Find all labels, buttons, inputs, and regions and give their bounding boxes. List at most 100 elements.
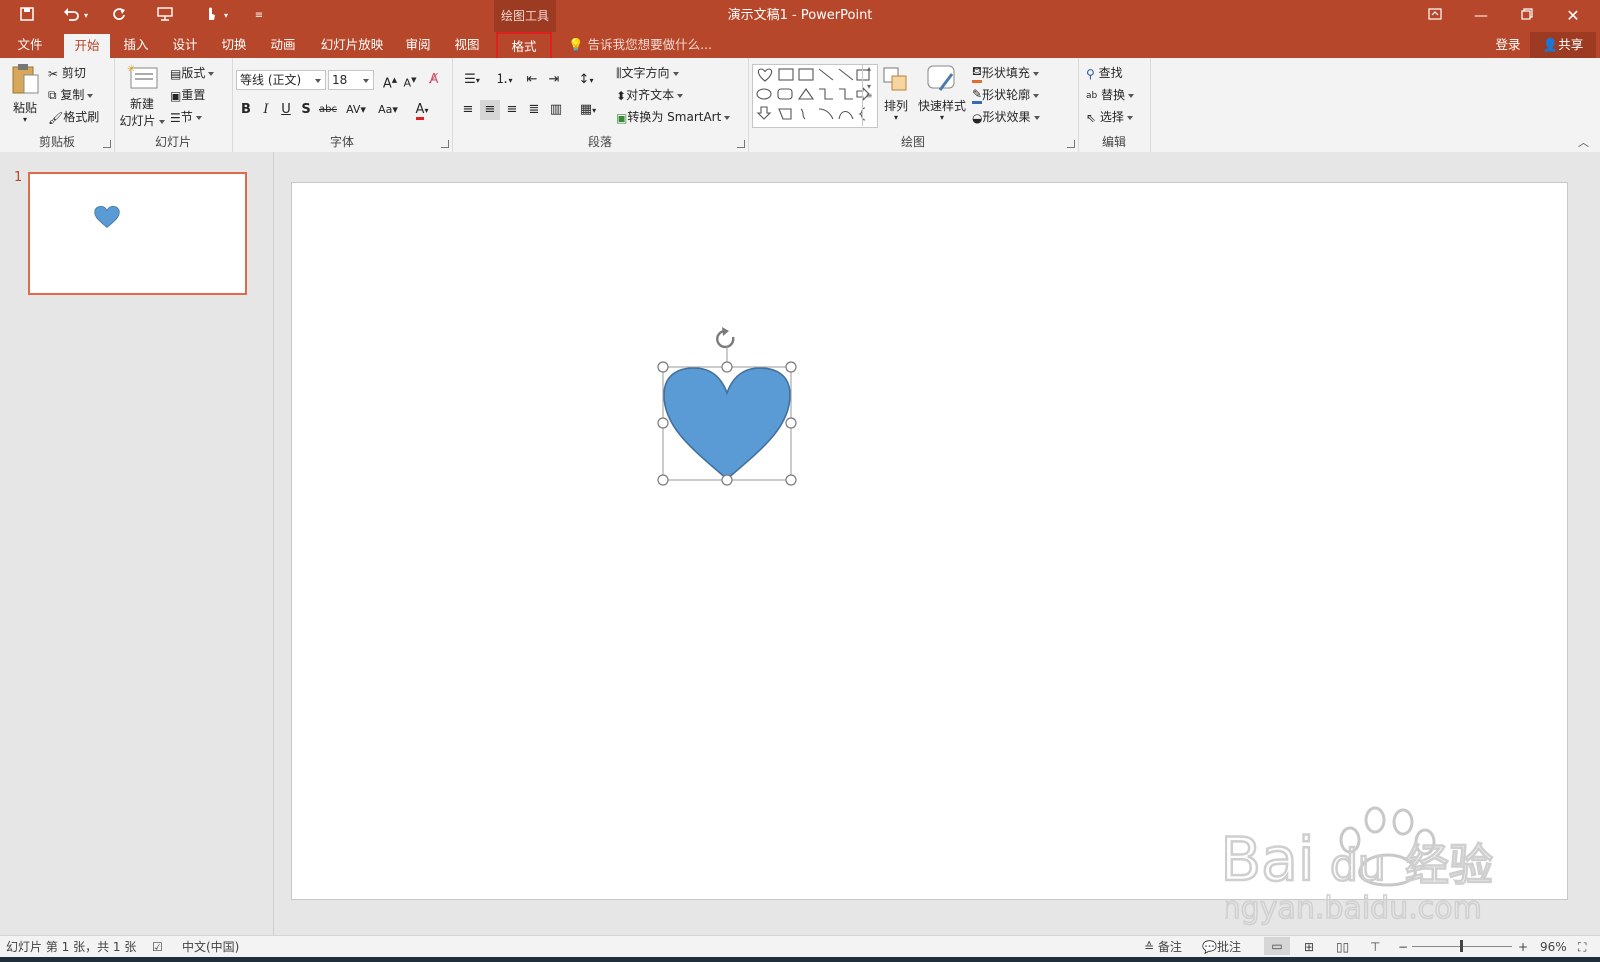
share-button[interactable]: 👤共享 — [1530, 32, 1596, 58]
gallery-scroll[interactable]: ▴ ▾ ≡ — [862, 64, 875, 126]
shape-gallery[interactable] — [752, 64, 878, 128]
align-left-icon[interactable]: ≡ — [458, 100, 478, 120]
tab-insert[interactable]: 插入 — [116, 32, 156, 58]
tab-transitions[interactable]: 切换 — [214, 32, 254, 58]
drawing-launcher-icon[interactable] — [1067, 140, 1075, 148]
tell-me-box[interactable]: 💡 告诉我您想要做什么... — [568, 32, 718, 58]
undo-icon[interactable] — [60, 6, 82, 26]
underline-icon[interactable]: U — [276, 100, 296, 120]
layout-button[interactable]: ▤版式 — [170, 64, 215, 81]
reset-button[interactable]: ▣重置 — [170, 86, 205, 103]
columns-icon[interactable]: ▦▾ — [574, 100, 602, 120]
zoom-out-icon[interactable]: − — [1398, 938, 1408, 956]
cut-button[interactable]: ✂ 剪切 — [48, 64, 86, 81]
zoom-in-icon[interactable]: + — [1518, 938, 1528, 956]
shape-effects-button[interactable]: ◒形状效果 — [972, 108, 1040, 125]
align-text-button[interactable]: ⬍对齐文本 — [616, 86, 684, 103]
bullets-icon[interactable]: ☰▾ — [458, 70, 486, 90]
select-button[interactable]: ⇖ 选择 — [1086, 108, 1133, 125]
touch-dropdown-icon[interactable]: ▾ — [220, 6, 232, 26]
font-size-select[interactable]: 18 — [328, 70, 374, 90]
slide-thumbnail[interactable] — [28, 172, 247, 295]
align-right-icon[interactable]: ≡ — [502, 100, 522, 120]
font-launcher-icon[interactable] — [441, 140, 449, 148]
arrange-button[interactable]: 排列 ▾ — [878, 66, 914, 122]
increase-indent-icon[interactable]: ⇥ — [544, 70, 564, 90]
slideshow-view-icon[interactable]: ⊤ — [1370, 938, 1380, 956]
shape-outline-button[interactable]: ✎形状轮廓 — [972, 86, 1040, 104]
numbering-icon[interactable]: ⒈▾ — [490, 70, 518, 90]
collapse-ribbon-icon[interactable]: ︿ — [1578, 134, 1589, 150]
paragraph-launcher-icon[interactable] — [737, 140, 745, 148]
font-name-select[interactable]: 等线 (正文) — [236, 70, 326, 90]
smartart-button[interactable]: ▣转换为 SmartArt — [616, 108, 731, 125]
tab-file[interactable]: 文件 — [10, 32, 50, 58]
fit-to-window-icon[interactable]: ⛶ — [1578, 938, 1586, 956]
format-painter-button[interactable]: 🖌格式刷 — [48, 108, 99, 125]
shrink-font-icon[interactable]: A▼ — [400, 70, 420, 90]
shape-fill-button[interactable]: ⛾形状填充 — [972, 64, 1039, 83]
spell-check-icon[interactable]: ☑ — [152, 938, 163, 956]
strikethrough-icon[interactable]: abc — [318, 100, 338, 120]
restore-icon[interactable] — [1504, 0, 1550, 32]
char-spacing-icon[interactable]: AV▾ — [342, 100, 370, 120]
tab-view[interactable]: 视图 — [447, 32, 487, 58]
bold-icon[interactable]: B — [236, 100, 256, 120]
slide-canvas[interactable] — [291, 182, 1568, 900]
quick-styles-button[interactable]: 快速样式 ▾ — [914, 64, 970, 122]
tab-design[interactable]: 设计 — [165, 32, 205, 58]
normal-view-icon[interactable]: ▭ — [1264, 937, 1290, 955]
undo-dropdown-icon[interactable]: ▾ — [80, 6, 92, 26]
tab-home[interactable]: 开始 — [64, 34, 110, 58]
resize-handle-top[interactable] — [721, 361, 733, 373]
grow-font-icon[interactable]: A▲ — [380, 70, 400, 91]
resize-handle-bottom-right[interactable] — [785, 474, 797, 486]
tab-review[interactable]: 审阅 — [398, 32, 438, 58]
clear-formatting-icon[interactable]: A̸ — [424, 70, 444, 90]
notes-button[interactable]: ≙ 备注 — [1144, 938, 1182, 956]
rotate-handle-icon[interactable] — [716, 327, 735, 367]
find-button[interactable]: ⚲ 查找 — [1086, 64, 1123, 81]
close-icon[interactable]: ✕ — [1550, 0, 1596, 32]
resize-handle-top-left[interactable] — [657, 361, 669, 373]
redo-icon[interactable] — [108, 6, 130, 26]
language-status[interactable]: 中文(中国) — [182, 938, 239, 956]
customize-icon[interactable]: ≡ — [248, 6, 270, 26]
tab-slide-show[interactable]: 幻灯片放映 — [314, 32, 390, 58]
new-slide-button[interactable]: ✳ 新建 幻灯片 — [118, 62, 166, 129]
tab-animations[interactable]: 动画 — [263, 32, 303, 58]
replace-button[interactable]: ab 替换 — [1086, 86, 1135, 103]
slide-sorter-view-icon[interactable]: ⊞ — [1304, 938, 1314, 956]
line-spacing-icon[interactable]: ↕▾ — [572, 70, 600, 90]
minimize-icon[interactable]: — — [1458, 0, 1504, 32]
zoom-slider-thumb[interactable] — [1460, 940, 1463, 952]
text-shadow-icon[interactable]: S — [296, 100, 316, 120]
zoom-level[interactable]: 96% — [1540, 938, 1567, 956]
heart-shape-selection[interactable] — [652, 323, 802, 503]
decrease-indent-icon[interactable]: ⇤ — [522, 70, 542, 90]
font-color-icon[interactable]: A▾ — [408, 100, 436, 120]
clipboard-launcher-icon[interactable] — [103, 140, 111, 148]
resize-handle-bottom[interactable] — [721, 474, 733, 486]
reading-view-icon[interactable]: ▯▯ — [1336, 938, 1349, 956]
ribbon-display-icon[interactable] — [1412, 0, 1458, 32]
resize-handle-right[interactable] — [785, 417, 797, 429]
touch-icon[interactable] — [200, 6, 222, 26]
copy-button[interactable]: ⧉ 复制 — [48, 86, 94, 103]
present-icon[interactable] — [154, 6, 176, 26]
resize-handle-top-right[interactable] — [785, 361, 797, 373]
resize-handle-bottom-left[interactable] — [657, 474, 669, 486]
text-direction-button[interactable]: ⫼文字方向 — [616, 64, 679, 81]
change-case-icon[interactable]: Aa▾ — [374, 100, 402, 120]
comments-button[interactable]: 💬批注 — [1202, 938, 1241, 956]
section-button[interactable]: ☰节 — [170, 108, 202, 125]
justify-icon[interactable]: ≣ — [524, 100, 544, 120]
save-icon[interactable] — [16, 6, 38, 26]
heart-shape[interactable] — [663, 367, 791, 481]
italic-icon[interactable]: I — [256, 100, 276, 120]
paste-button[interactable]: 粘贴 ▾ — [8, 62, 42, 124]
sign-in-link[interactable]: 登录 — [1490, 32, 1526, 58]
resize-handle-left[interactable] — [657, 417, 669, 429]
distributed-icon[interactable]: ▥ — [546, 100, 566, 120]
align-center-icon[interactable]: ≡ — [480, 100, 500, 120]
